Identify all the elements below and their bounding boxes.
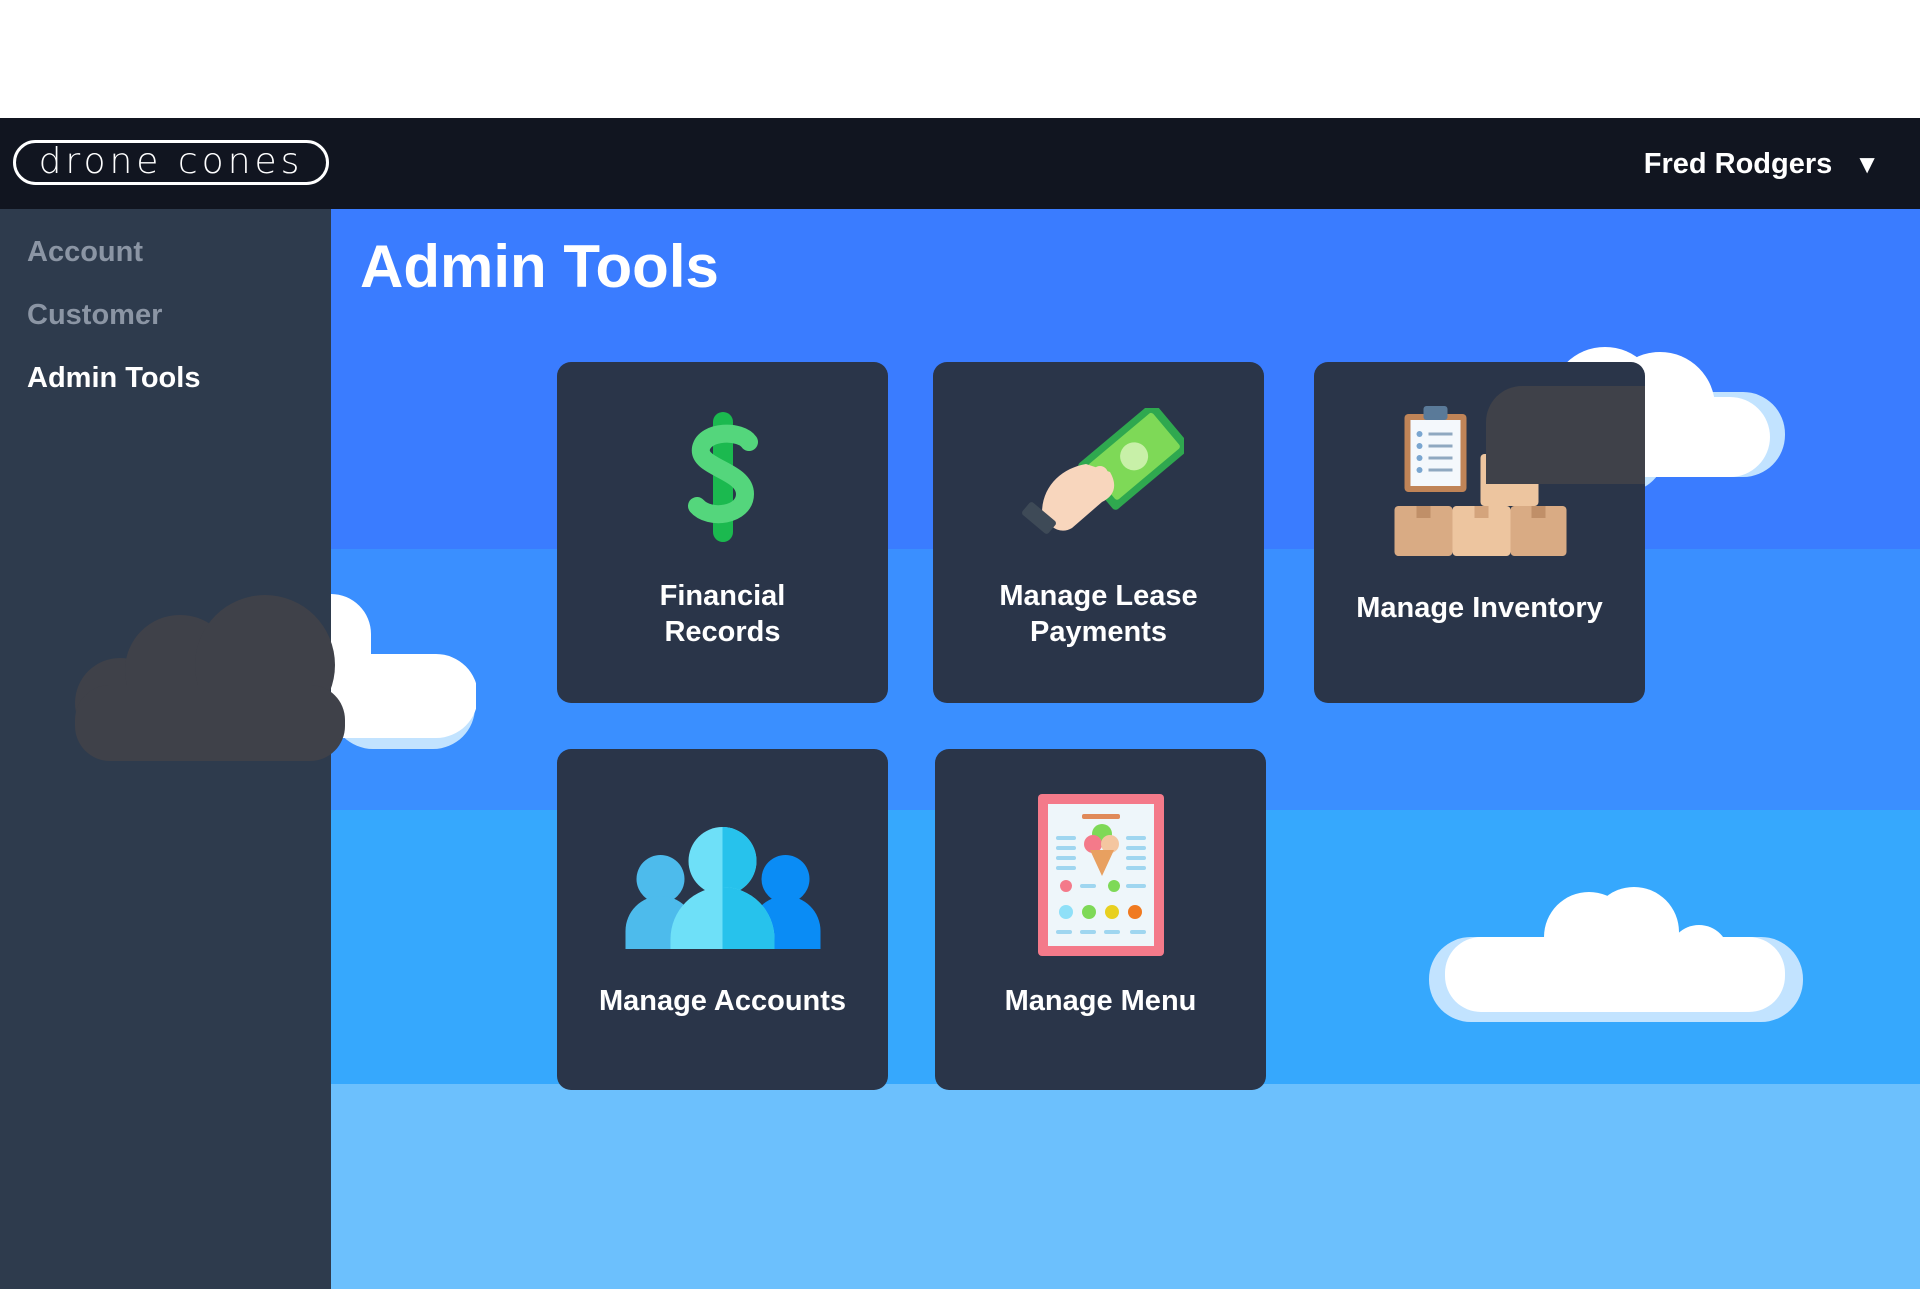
- manage-menu-tile[interactable]: Manage Menu: [935, 749, 1266, 1090]
- users-group-icon: [625, 827, 820, 949]
- tile-label: Manage Menu: [1004, 985, 1197, 1017]
- manage-inventory-tile[interactable]: Manage Inventory: [1314, 362, 1645, 703]
- tile-label: Manage Lease Payments: [999, 580, 1198, 648]
- ice-cream-menu-icon: [1037, 794, 1164, 956]
- manage-accounts-tile[interactable]: Manage Accounts: [557, 749, 888, 1090]
- sidebar-item-customer[interactable]: Customer: [27, 299, 162, 332]
- tile-label: Financial Records: [659, 580, 786, 648]
- sidebar-item-account[interactable]: Account: [27, 236, 143, 269]
- user-name: Fred Rodgers: [1643, 147, 1833, 180]
- sidebar-item-admin-tools[interactable]: Admin Tools: [27, 362, 200, 395]
- user-menu[interactable]: Fred Rodgers ▼: [1644, 144, 1880, 184]
- main-content: Admin Tools Financial Records Manage Lea…: [331, 209, 1920, 1289]
- manage-lease-payments-tile[interactable]: Manage Lease Payments: [933, 362, 1264, 703]
- cloud-icon: [331, 594, 476, 749]
- chevron-down-icon: ▼: [1854, 148, 1880, 179]
- dollar-sign-icon: [687, 412, 758, 542]
- cloud-icon: [75, 595, 345, 761]
- cloud-icon: [1486, 386, 1645, 484]
- financial-records-tile[interactable]: Financial Records: [557, 362, 888, 703]
- tile-label: Manage Inventory: [1356, 592, 1603, 624]
- sky-band: [331, 1084, 1920, 1289]
- cloud-icon: [1429, 887, 1803, 1022]
- tile-label: Manage Accounts: [598, 985, 847, 1017]
- page-title: Admin Tools: [360, 233, 719, 300]
- drone-cones-logo[interactable]: drone cones: [13, 140, 329, 185]
- top-bar: drone cones Fred Rodgers ▼: [0, 118, 1920, 209]
- sidebar: Account Customer Admin Tools: [0, 209, 345, 1289]
- hand-money-icon: [1021, 408, 1184, 534]
